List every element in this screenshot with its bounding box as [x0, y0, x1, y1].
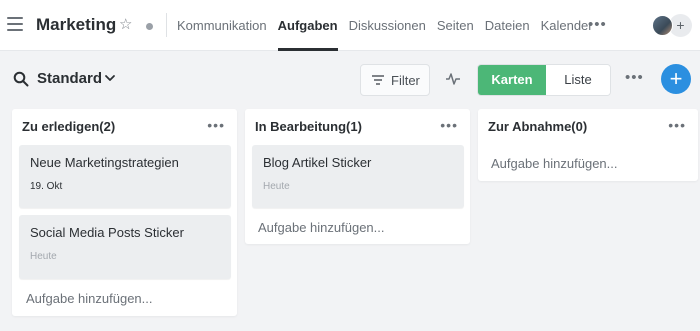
view-cards-button[interactable]: Karten — [478, 65, 546, 95]
task-due-date: Heute — [30, 251, 57, 262]
menu-icon[interactable] — [7, 17, 23, 31]
chevron-down-icon[interactable] — [104, 72, 116, 84]
header-divider — [166, 13, 167, 37]
board-toolbar: Standard Filter Karten Liste ••• + — [0, 52, 700, 108]
filter-label: Filter — [391, 72, 420, 88]
column-more-icon[interactable]: ••• — [207, 117, 225, 133]
view-selector-label[interactable]: Standard — [37, 70, 102, 87]
task-due-date: Heute — [263, 181, 290, 192]
task-card[interactable]: Neue Marketingstrategien 19. Okt — [19, 145, 231, 208]
filter-button[interactable]: Filter — [360, 64, 430, 96]
task-title: Blog Artikel Sticker — [263, 155, 372, 170]
add-task-link[interactable]: Aufgabe hinzufügen... — [491, 156, 618, 171]
task-due-date: 19. Okt — [30, 181, 63, 192]
task-title: Neue Marketingstrategien — [30, 155, 179, 170]
task-title: Social Media Posts Sticker — [30, 225, 184, 240]
more-icon[interactable]: ••• — [625, 69, 644, 87]
star-icon[interactable]: ☆ — [119, 16, 132, 34]
view-list-button[interactable]: Liste — [546, 65, 610, 95]
tab-seiten[interactable]: Seiten — [437, 0, 474, 51]
column-title: Zu erledigen(2) — [22, 119, 116, 134]
activity-icon[interactable] — [445, 71, 461, 87]
tab-diskussionen[interactable]: Diskussionen — [349, 0, 426, 51]
view-toggle: Karten Liste — [477, 64, 611, 96]
filter-icon — [372, 75, 384, 85]
column-in-bearbeitung: In Bearbeitung(1) ••• Blog Artikel Stick… — [245, 109, 470, 244]
column-more-icon[interactable]: ••• — [668, 117, 686, 133]
column-title: In Bearbeitung(1) — [255, 119, 362, 134]
tab-aufgaben[interactable]: Aufgaben — [277, 0, 338, 51]
add-task-button[interactable]: + — [661, 64, 691, 94]
task-card[interactable]: Social Media Posts Sticker Heute — [19, 215, 231, 279]
task-card[interactable]: Blog Artikel Sticker Heute — [252, 145, 464, 208]
tab-kommunikation[interactable]: Kommunikation — [177, 0, 267, 51]
column-title: Zur Abnahme(0) — [488, 119, 588, 134]
avatar[interactable] — [652, 15, 673, 36]
nav-tabs: Kommunikation Aufgaben Diskussionen Seit… — [177, 0, 604, 51]
status-dot-icon — [146, 23, 153, 30]
nav-more-icon[interactable]: ••• — [588, 16, 607, 34]
top-bar: Marketing ☆ Kommunikation Aufgaben Disku… — [0, 0, 700, 51]
add-task-link[interactable]: Aufgabe hinzufügen... — [258, 220, 385, 235]
column-more-icon[interactable]: ••• — [440, 117, 458, 133]
column-zu-erledigen: Zu erledigen(2) ••• Neue Marketingstrate… — [12, 109, 237, 316]
search-icon[interactable] — [13, 71, 29, 87]
column-zur-abnahme: Zur Abnahme(0) ••• Aufgabe hinzufügen... — [478, 109, 698, 181]
tab-dateien[interactable]: Dateien — [485, 0, 530, 51]
add-task-link[interactable]: Aufgabe hinzufügen... — [26, 291, 153, 306]
page-title: Marketing — [36, 15, 117, 34]
tab-kalender[interactable]: Kalender — [541, 0, 593, 51]
